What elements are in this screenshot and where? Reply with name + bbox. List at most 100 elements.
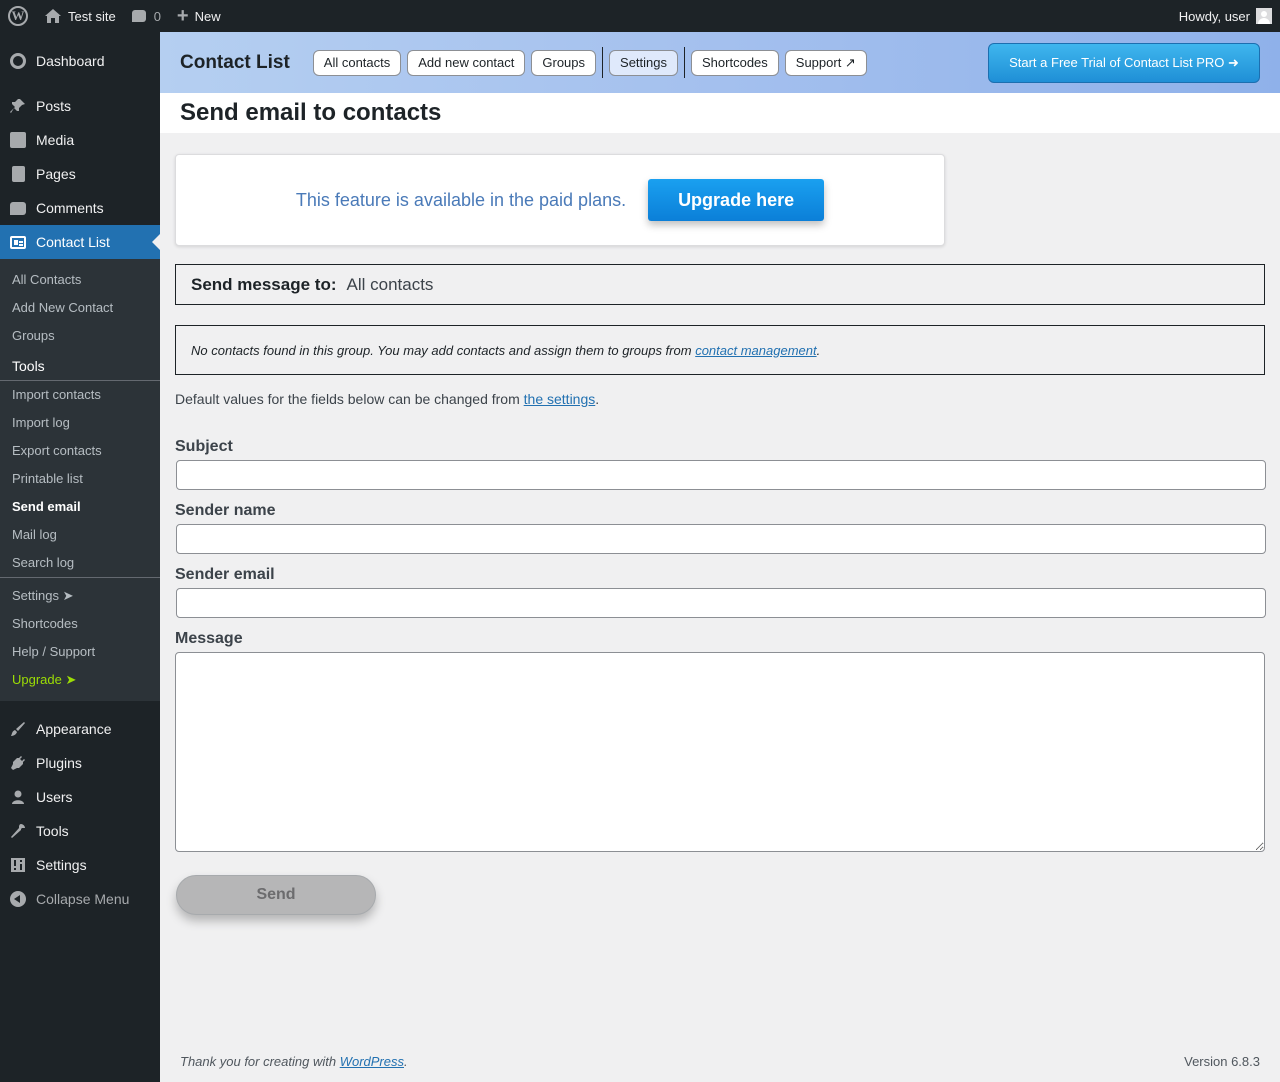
sender-email-input[interactable] — [176, 588, 1266, 618]
submenu-groups[interactable]: Groups — [0, 322, 160, 350]
wordpress-logo-icon: W — [8, 6, 28, 26]
tab-support[interactable]: Support ↗ — [784, 49, 867, 76]
send-to-label: Send message to: — [191, 274, 337, 294]
submenu-all-contacts[interactable]: All Contacts — [0, 266, 160, 294]
send-to-box: Send message to: All contacts — [175, 264, 1265, 305]
menu-dashboard-label: Dashboard — [36, 53, 105, 69]
tab-divider — [602, 47, 604, 78]
menu-settings-label: Settings — [36, 857, 87, 873]
submenu-tools-heading: Tools — [12, 358, 45, 374]
plug-icon — [11, 756, 25, 770]
new-content-button[interactable]: + New — [169, 0, 229, 32]
menu-users-label: Users — [36, 789, 73, 805]
settings-sliders-icon — [11, 858, 25, 872]
tab-add-new-contact[interactable]: Add new contact — [407, 49, 526, 76]
submenu-upgrade[interactable]: Upgrade ➤ — [0, 666, 160, 694]
plugin-header: Contact List All contacts Add new contac… — [160, 32, 1280, 93]
comments-count: 0 — [153, 8, 161, 24]
menu-posts[interactable]: Posts — [0, 89, 160, 123]
menu-comments[interactable]: Comments — [0, 191, 160, 225]
subject-input[interactable] — [176, 460, 1266, 490]
subject-label: Subject — [175, 438, 233, 455]
version-info: Version 6.8.3 — [1184, 1054, 1260, 1069]
menu-comments-label: Comments — [36, 200, 104, 216]
menu-tools[interactable]: Tools — [0, 814, 160, 848]
menu-contact-list[interactable]: Contact List — [0, 225, 160, 259]
menu-tools-label: Tools — [36, 823, 69, 839]
menu-plugins[interactable]: Plugins — [0, 746, 160, 780]
admin-bar: W Test site 0 + New Howdy, user — [0, 0, 1280, 32]
tab-shortcodes[interactable]: Shortcodes — [691, 49, 779, 76]
paintbrush-icon — [11, 722, 25, 736]
sender-email-label: Sender email — [175, 566, 275, 583]
page-title: Send email to contacts — [180, 99, 442, 126]
wrench-icon — [11, 824, 25, 838]
sender-name-label: Sender name — [175, 502, 276, 519]
plus-icon: + — [176, 5, 189, 27]
contact-list-submenu: All Contacts Add New Contact Groups Tool… — [0, 259, 160, 701]
upgrade-button[interactable]: Upgrade here — [648, 179, 825, 221]
media-icon — [10, 132, 26, 148]
no-contacts-notice: No contacts found in this group. You may… — [175, 325, 1265, 375]
submenu-help-support[interactable]: Help / Support — [0, 638, 160, 666]
plugin-title: Contact List — [180, 51, 290, 73]
new-label: New — [194, 8, 221, 24]
pushpin-icon — [10, 99, 25, 113]
submenu-export-contacts[interactable]: Export contacts — [0, 437, 160, 465]
site-name: Test site — [68, 8, 116, 24]
submenu-mail-log[interactable]: Mail log — [0, 521, 160, 549]
user-greeting: Howdy, user — [1178, 8, 1250, 24]
tab-all-contacts[interactable]: All contacts — [312, 49, 402, 76]
paid-notice-text: This feature is available in the paid pl… — [295, 189, 627, 210]
footer-thanks: Thank you for creating with WordPress. — [180, 1054, 408, 1069]
menu-users[interactable]: Users — [0, 780, 160, 814]
free-trial-button[interactable]: Start a Free Trial of Contact List PRO ➜ — [988, 42, 1260, 83]
wordpress-logo-button[interactable]: W — [0, 0, 36, 32]
tab-groups[interactable]: Groups — [531, 49, 597, 76]
send-to-value: All contacts — [346, 274, 434, 294]
tab-settings[interactable]: Settings — [609, 49, 679, 76]
submenu-settings[interactable]: Settings ➤ — [0, 582, 160, 610]
defaults-text: Default values for the fields below can … — [175, 391, 520, 407]
menu-dashboard[interactable]: Dashboard — [0, 44, 160, 78]
wordpress-link[interactable]: WordPress — [340, 1054, 404, 1069]
user-icon — [12, 790, 24, 804]
submenu-printable-list[interactable]: Printable list — [0, 465, 160, 493]
menu-plugins-label: Plugins — [36, 755, 82, 771]
submenu-import-contacts[interactable]: Import contacts — [0, 381, 160, 409]
submenu-search-log[interactable]: Search log — [0, 549, 160, 577]
sender-name-input[interactable] — [176, 524, 1266, 554]
paid-feature-notice: This feature is available in the paid pl… — [175, 154, 945, 246]
comments-link[interactable]: 0 — [124, 0, 169, 32]
page-title-bar: Send email to contacts — [160, 93, 1280, 133]
menu-settings[interactable]: Settings — [0, 848, 160, 882]
collapse-menu-button[interactable]: Collapse Menu — [0, 882, 160, 916]
admin-sidebar: Dashboard Posts Media Pages Comments Con… — [0, 32, 160, 1082]
settings-link[interactable]: the settings — [524, 391, 596, 407]
menu-appearance[interactable]: Appearance — [0, 712, 160, 746]
pages-icon — [11, 166, 25, 182]
submenu-send-email[interactable]: Send email — [0, 493, 160, 521]
avatar — [1256, 8, 1272, 24]
message-label: Message — [175, 630, 243, 647]
tab-divider — [684, 47, 686, 78]
menu-contact-list-label: Contact List — [36, 234, 110, 250]
defaults-note: Default values for the fields below can … — [175, 391, 600, 407]
user-account-menu[interactable]: Howdy, user — [1171, 0, 1280, 32]
send-button[interactable]: Send — [176, 875, 376, 915]
contact-management-link[interactable]: contact management — [695, 343, 816, 358]
menu-appearance-label: Appearance — [36, 721, 112, 737]
menu-media[interactable]: Media — [0, 123, 160, 157]
no-contacts-text: No contacts found in this group. You may… — [191, 342, 692, 358]
menu-pages-label: Pages — [36, 166, 76, 182]
submenu-import-log[interactable]: Import log — [0, 409, 160, 437]
home-icon — [45, 9, 61, 23]
menu-media-label: Media — [36, 132, 75, 148]
message-textarea[interactable] — [175, 652, 1265, 852]
dashboard-icon — [10, 53, 26, 69]
site-name-link[interactable]: Test site — [36, 0, 124, 32]
menu-pages[interactable]: Pages — [0, 157, 160, 191]
submenu-divider — [0, 577, 160, 578]
submenu-shortcodes[interactable]: Shortcodes — [0, 610, 160, 638]
submenu-add-new-contact[interactable]: Add New Contact — [0, 294, 160, 322]
